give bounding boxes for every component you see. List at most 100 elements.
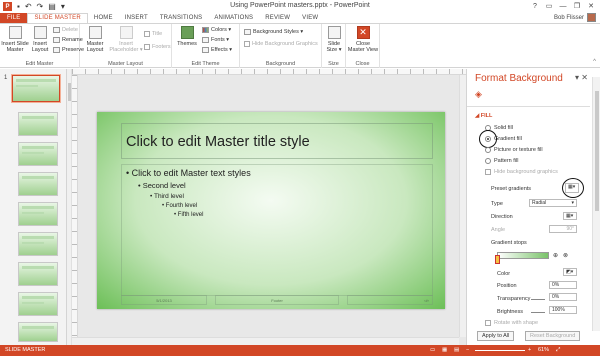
level-2-label: Second level bbox=[142, 181, 186, 190]
zoom-level[interactable]: 61% bbox=[538, 347, 549, 353]
tab-transitions[interactable]: TRANSITIONS bbox=[154, 13, 209, 23]
color-dropdown[interactable]: ◩▾ bbox=[563, 268, 577, 276]
rename-button[interactable]: Rename bbox=[53, 37, 83, 43]
close-window-icon[interactable]: ✕ bbox=[584, 0, 598, 12]
close-master-view-button[interactable]: ✕ Close Master View bbox=[347, 26, 379, 53]
tab-file[interactable]: FILE bbox=[0, 13, 28, 23]
brightness-slider[interactable] bbox=[531, 312, 545, 313]
normal-view-icon[interactable]: ▭ bbox=[430, 347, 435, 353]
rotate-check-icon bbox=[485, 320, 491, 326]
pane-close-icon[interactable]: ▾ ✕ bbox=[575, 73, 588, 82]
hide-background-graphics-checkbox[interactable]: Hide Background Graphics bbox=[244, 41, 318, 47]
colors-button[interactable]: Colors ▾ bbox=[202, 27, 231, 33]
insert-placeholder-icon bbox=[119, 26, 133, 39]
body-placeholder[interactable]: • Click to edit Master text styles • Sec… bbox=[121, 164, 433, 296]
add-stop-icon[interactable]: ⊕ bbox=[553, 252, 558, 259]
colors-label: Colors ▾ bbox=[211, 27, 232, 33]
effects-button[interactable]: Effects ▾ bbox=[202, 47, 232, 53]
master-layout-label: Master Layout bbox=[86, 41, 104, 53]
insert-slide-master-button[interactable]: Insert Slide Master bbox=[1, 26, 29, 53]
slide-sorter-icon[interactable]: ▦ bbox=[442, 347, 447, 353]
delete-button[interactable]: Delete bbox=[53, 27, 78, 33]
reading-view-icon[interactable]: ▤ bbox=[454, 347, 459, 353]
rotate-with-shape-label: Rotate with shape bbox=[494, 320, 539, 326]
layout-thumbnail[interactable] bbox=[18, 232, 58, 256]
level-4-label: Fourth level bbox=[165, 203, 198, 209]
apply-to-all-button[interactable]: Apply to All bbox=[477, 331, 515, 341]
tab-slide-master[interactable]: SLIDE MASTER bbox=[27, 13, 88, 23]
zoom-in-icon[interactable]: + bbox=[528, 347, 531, 353]
pane-scroll-thumb[interactable] bbox=[595, 91, 599, 211]
insert-layout-button[interactable]: Insert Layout bbox=[29, 26, 51, 53]
layout-thumbnail[interactable] bbox=[18, 172, 58, 196]
tab-home[interactable]: HOME bbox=[88, 13, 119, 23]
status-view-label: SLIDE MASTER bbox=[5, 347, 46, 353]
level-3-label: Third level bbox=[153, 193, 184, 200]
tab-view[interactable]: VIEW bbox=[296, 13, 324, 23]
position-label: Position bbox=[497, 283, 517, 289]
tab-insert[interactable]: INSERT bbox=[119, 13, 154, 23]
restore-icon[interactable]: ❐ bbox=[570, 0, 584, 12]
rotate-with-shape-check[interactable]: Rotate with shape bbox=[485, 320, 538, 326]
gradient-stops-bar[interactable] bbox=[497, 252, 549, 259]
layout-thumbnail[interactable] bbox=[18, 202, 58, 226]
transparency-slider[interactable] bbox=[531, 299, 545, 300]
pane-scrollbar[interactable] bbox=[592, 77, 600, 331]
user-account[interactable]: Bob Flisser bbox=[554, 13, 596, 22]
hide-background-graphics-check[interactable]: Hide background graphics bbox=[485, 169, 558, 175]
gradient-stop-handle[interactable] bbox=[495, 255, 500, 264]
footers-checkbox[interactable]: Footers bbox=[144, 44, 171, 50]
layout-thumbnail[interactable] bbox=[18, 322, 58, 342]
group-label-background: Background bbox=[265, 61, 296, 67]
date-placeholder[interactable]: 5/1/2013 bbox=[121, 295, 207, 305]
pattern-fill-radio[interactable]: Pattern fill bbox=[485, 158, 518, 164]
thumbnails-scroll-thumb[interactable] bbox=[68, 83, 71, 101]
collapse-ribbon-icon[interactable]: ^ bbox=[593, 59, 596, 65]
reset-background-button[interactable]: Reset Background bbox=[525, 331, 581, 341]
preserve-icon bbox=[53, 47, 60, 53]
rename-icon bbox=[53, 37, 60, 43]
tab-animations[interactable]: ANIMATIONS bbox=[208, 13, 259, 23]
master-slide[interactable]: Click to edit Master title style • Click… bbox=[97, 112, 445, 309]
pane-title: Format Background bbox=[475, 73, 563, 84]
title-checkbox[interactable]: Title bbox=[144, 31, 162, 37]
slide-size-button[interactable]: Slide Size ▾ bbox=[324, 26, 344, 53]
picture-fill-radio[interactable]: Picture or texture fill bbox=[485, 147, 543, 153]
layout-thumbnail[interactable] bbox=[18, 142, 58, 166]
level-1-text: • Click to edit Master text styles bbox=[126, 168, 251, 178]
layout-thumbnail[interactable] bbox=[18, 262, 58, 286]
slide-number-placeholder[interactable]: ‹#› bbox=[347, 295, 433, 305]
layout-thumbnail[interactable] bbox=[18, 292, 58, 316]
help-icon[interactable]: ? bbox=[528, 0, 542, 12]
title-placeholder[interactable]: Click to edit Master title style bbox=[121, 123, 433, 159]
transparency-field[interactable]: 0% bbox=[549, 293, 577, 301]
minimize-icon[interactable]: — bbox=[556, 0, 570, 12]
ribbon-display-icon[interactable]: ▭ bbox=[542, 0, 556, 12]
zoom-out-icon[interactable]: − bbox=[466, 347, 469, 353]
zoom-slider[interactable] bbox=[475, 350, 525, 351]
close-master-view-icon: ✕ bbox=[356, 26, 370, 39]
fill-section-header[interactable]: ◢ FILL bbox=[475, 113, 492, 119]
tab-review[interactable]: REVIEW bbox=[259, 13, 296, 23]
fonts-button[interactable]: Fonts ▾ bbox=[202, 37, 229, 43]
canvas-horizontal-scrollbar[interactable] bbox=[72, 337, 459, 345]
window-controls: ? ▭ — ❐ ✕ bbox=[528, 0, 598, 12]
themes-button[interactable]: Themes bbox=[176, 26, 198, 47]
type-dropdown[interactable]: Radial ▾ bbox=[529, 199, 577, 207]
canvas-vertical-scrollbar[interactable] bbox=[459, 75, 466, 337]
layout-thumbnail[interactable] bbox=[18, 112, 58, 136]
position-field[interactable]: 0% bbox=[549, 281, 577, 289]
background-styles-button[interactable]: Background Styles ▾ bbox=[244, 29, 303, 35]
remove-stop-icon[interactable]: ⊗ bbox=[563, 252, 568, 259]
title-check-icon bbox=[144, 31, 150, 37]
brightness-field[interactable]: 100% bbox=[549, 306, 577, 314]
master-thumbnail[interactable] bbox=[11, 74, 61, 103]
fill-bucket-icon[interactable]: ◈ bbox=[475, 89, 487, 100]
gradient-fill-label: Gradient fill bbox=[494, 136, 522, 142]
angle-field[interactable]: 90° bbox=[549, 225, 577, 233]
footer-placeholder[interactable]: Footer bbox=[215, 295, 339, 305]
master-layout-button[interactable]: Master Layout bbox=[83, 26, 107, 53]
insert-placeholder-button[interactable]: Insert Placeholder ▾ bbox=[109, 26, 143, 53]
direction-dropdown[interactable]: ▦▾ bbox=[563, 212, 577, 220]
fit-to-window-icon[interactable]: ⤢ bbox=[556, 347, 560, 354]
